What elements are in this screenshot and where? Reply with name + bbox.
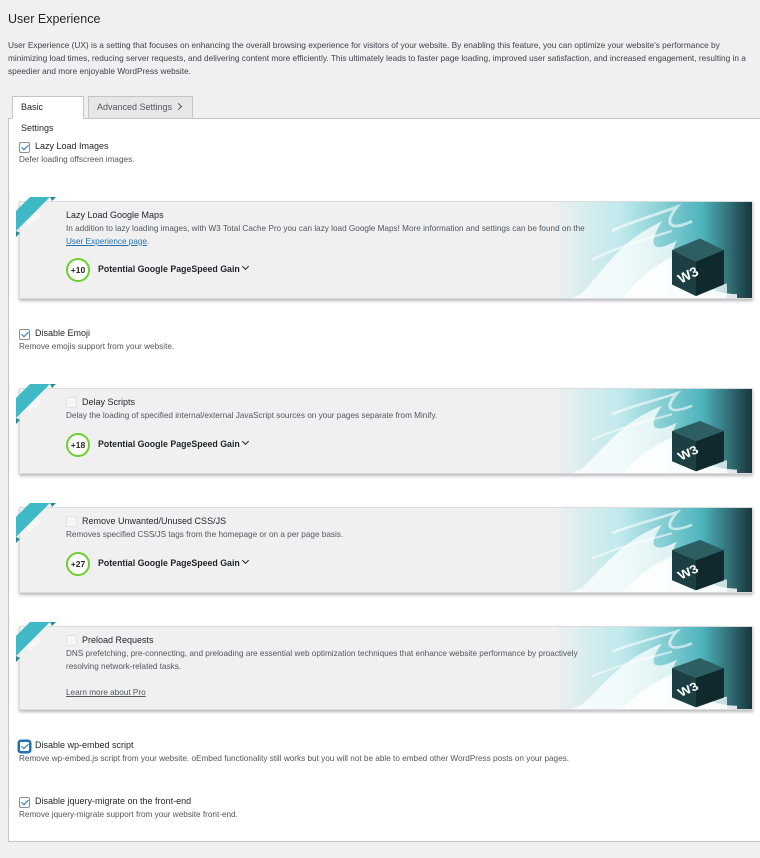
setting-label: Disable jquery-migrate on the front-end: [35, 796, 192, 806]
page-title: User Experience: [8, 12, 101, 26]
lazy-load-checkbox[interactable]: [19, 142, 30, 153]
jquery-migrate-checkbox[interactable]: [19, 797, 30, 808]
pro-card-body: Removes specified CSS/JS tags from the h…: [66, 530, 344, 539]
pro-card-lazy-load-google-maps: Lazy Load Google Maps In addition to laz…: [19, 201, 753, 299]
gain-label: Potential Google PageSpeed Gain: [98, 558, 240, 568]
chevron-right-icon: [175, 102, 183, 111]
setting-description: Remove emojis support from your website.: [19, 342, 175, 351]
pro-ribbon: PRO: [16, 503, 56, 543]
settings-panel: Lazy Load Images Defer loading offscreen…: [8, 118, 760, 842]
pro-card-delay-scripts: Delay Scripts Delay the loading of speci…: [19, 388, 753, 474]
wp-embed-checkbox[interactable]: [19, 741, 30, 752]
w3-logo-art: [552, 389, 752, 473]
disable-emoji-checkbox[interactable]: [19, 329, 30, 340]
setting-description: Remove jquery-migrate support from your …: [19, 810, 238, 819]
pro-ribbon: PRO: [16, 384, 56, 424]
pro-card-title: Lazy Load Google Maps: [66, 210, 164, 220]
tab-label: Advanced Settings: [97, 102, 173, 112]
pro-card-preload-requests: Preload Requests DNS prefetching, pre-co…: [19, 626, 753, 710]
setting-description: Remove wp-embed.js script from your webs…: [19, 754, 570, 763]
pro-card-title: Remove Unwanted/Unused CSS/JS: [82, 516, 227, 526]
remove-css-js-checkbox-disabled: [66, 516, 77, 527]
w3-logo-art: [552, 202, 752, 298]
user-experience-page-link[interactable]: User Experience page: [66, 237, 147, 246]
pro-card-title: Delay Scripts: [82, 397, 136, 407]
chevron-down-icon: [241, 437, 250, 446]
tab-advanced-settings[interactable]: Advanced Settings: [88, 96, 193, 119]
tab-basic-settings[interactable]: Basic Settings: [12, 96, 84, 133]
gain-label: Potential Google PageSpeed Gain: [98, 439, 240, 449]
setting-label: Disable wp-embed script: [35, 740, 134, 750]
pro-card-body: Delay the loading of specified internal/…: [66, 411, 438, 420]
gain-badge: +27: [66, 552, 90, 576]
gain-badge: +18: [66, 433, 90, 457]
learn-more-about-pro-link[interactable]: Learn more about Pro: [66, 687, 146, 700]
pro-card-body: DNS prefetching, pre-connecting, and pre…: [66, 649, 578, 671]
setting-label: Disable Emoji: [35, 328, 91, 338]
pro-card-title: Preload Requests: [82, 635, 154, 645]
setting-description: Defer loading offscreen images.: [19, 155, 135, 164]
page-intro: User Experience (UX) is a setting that f…: [8, 40, 746, 76]
gain-badge: +10: [66, 258, 90, 282]
pro-ribbon: PRO: [16, 197, 56, 237]
chevron-down-icon: [241, 556, 250, 565]
pro-card-remove-unused-css-js: Remove Unwanted/Unused CSS/JS Removes sp…: [19, 507, 753, 593]
pro-ribbon: PRO: [16, 622, 56, 662]
pro-card-body-text: In addition to lazy loading images, with…: [66, 224, 585, 233]
pro-card-body: In addition to lazy loading images, with…: [66, 223, 586, 248]
setting-label: Lazy Load Images: [35, 141, 109, 151]
tab-label: Basic Settings: [21, 102, 54, 133]
preload-requests-checkbox-disabled: [66, 635, 77, 646]
chevron-down-icon: [241, 262, 250, 271]
pro-card-body-end: .: [147, 236, 150, 246]
w3-logo-art: [552, 508, 752, 592]
delay-scripts-checkbox-disabled: [66, 397, 77, 408]
gain-label: Potential Google PageSpeed Gain: [98, 264, 240, 274]
